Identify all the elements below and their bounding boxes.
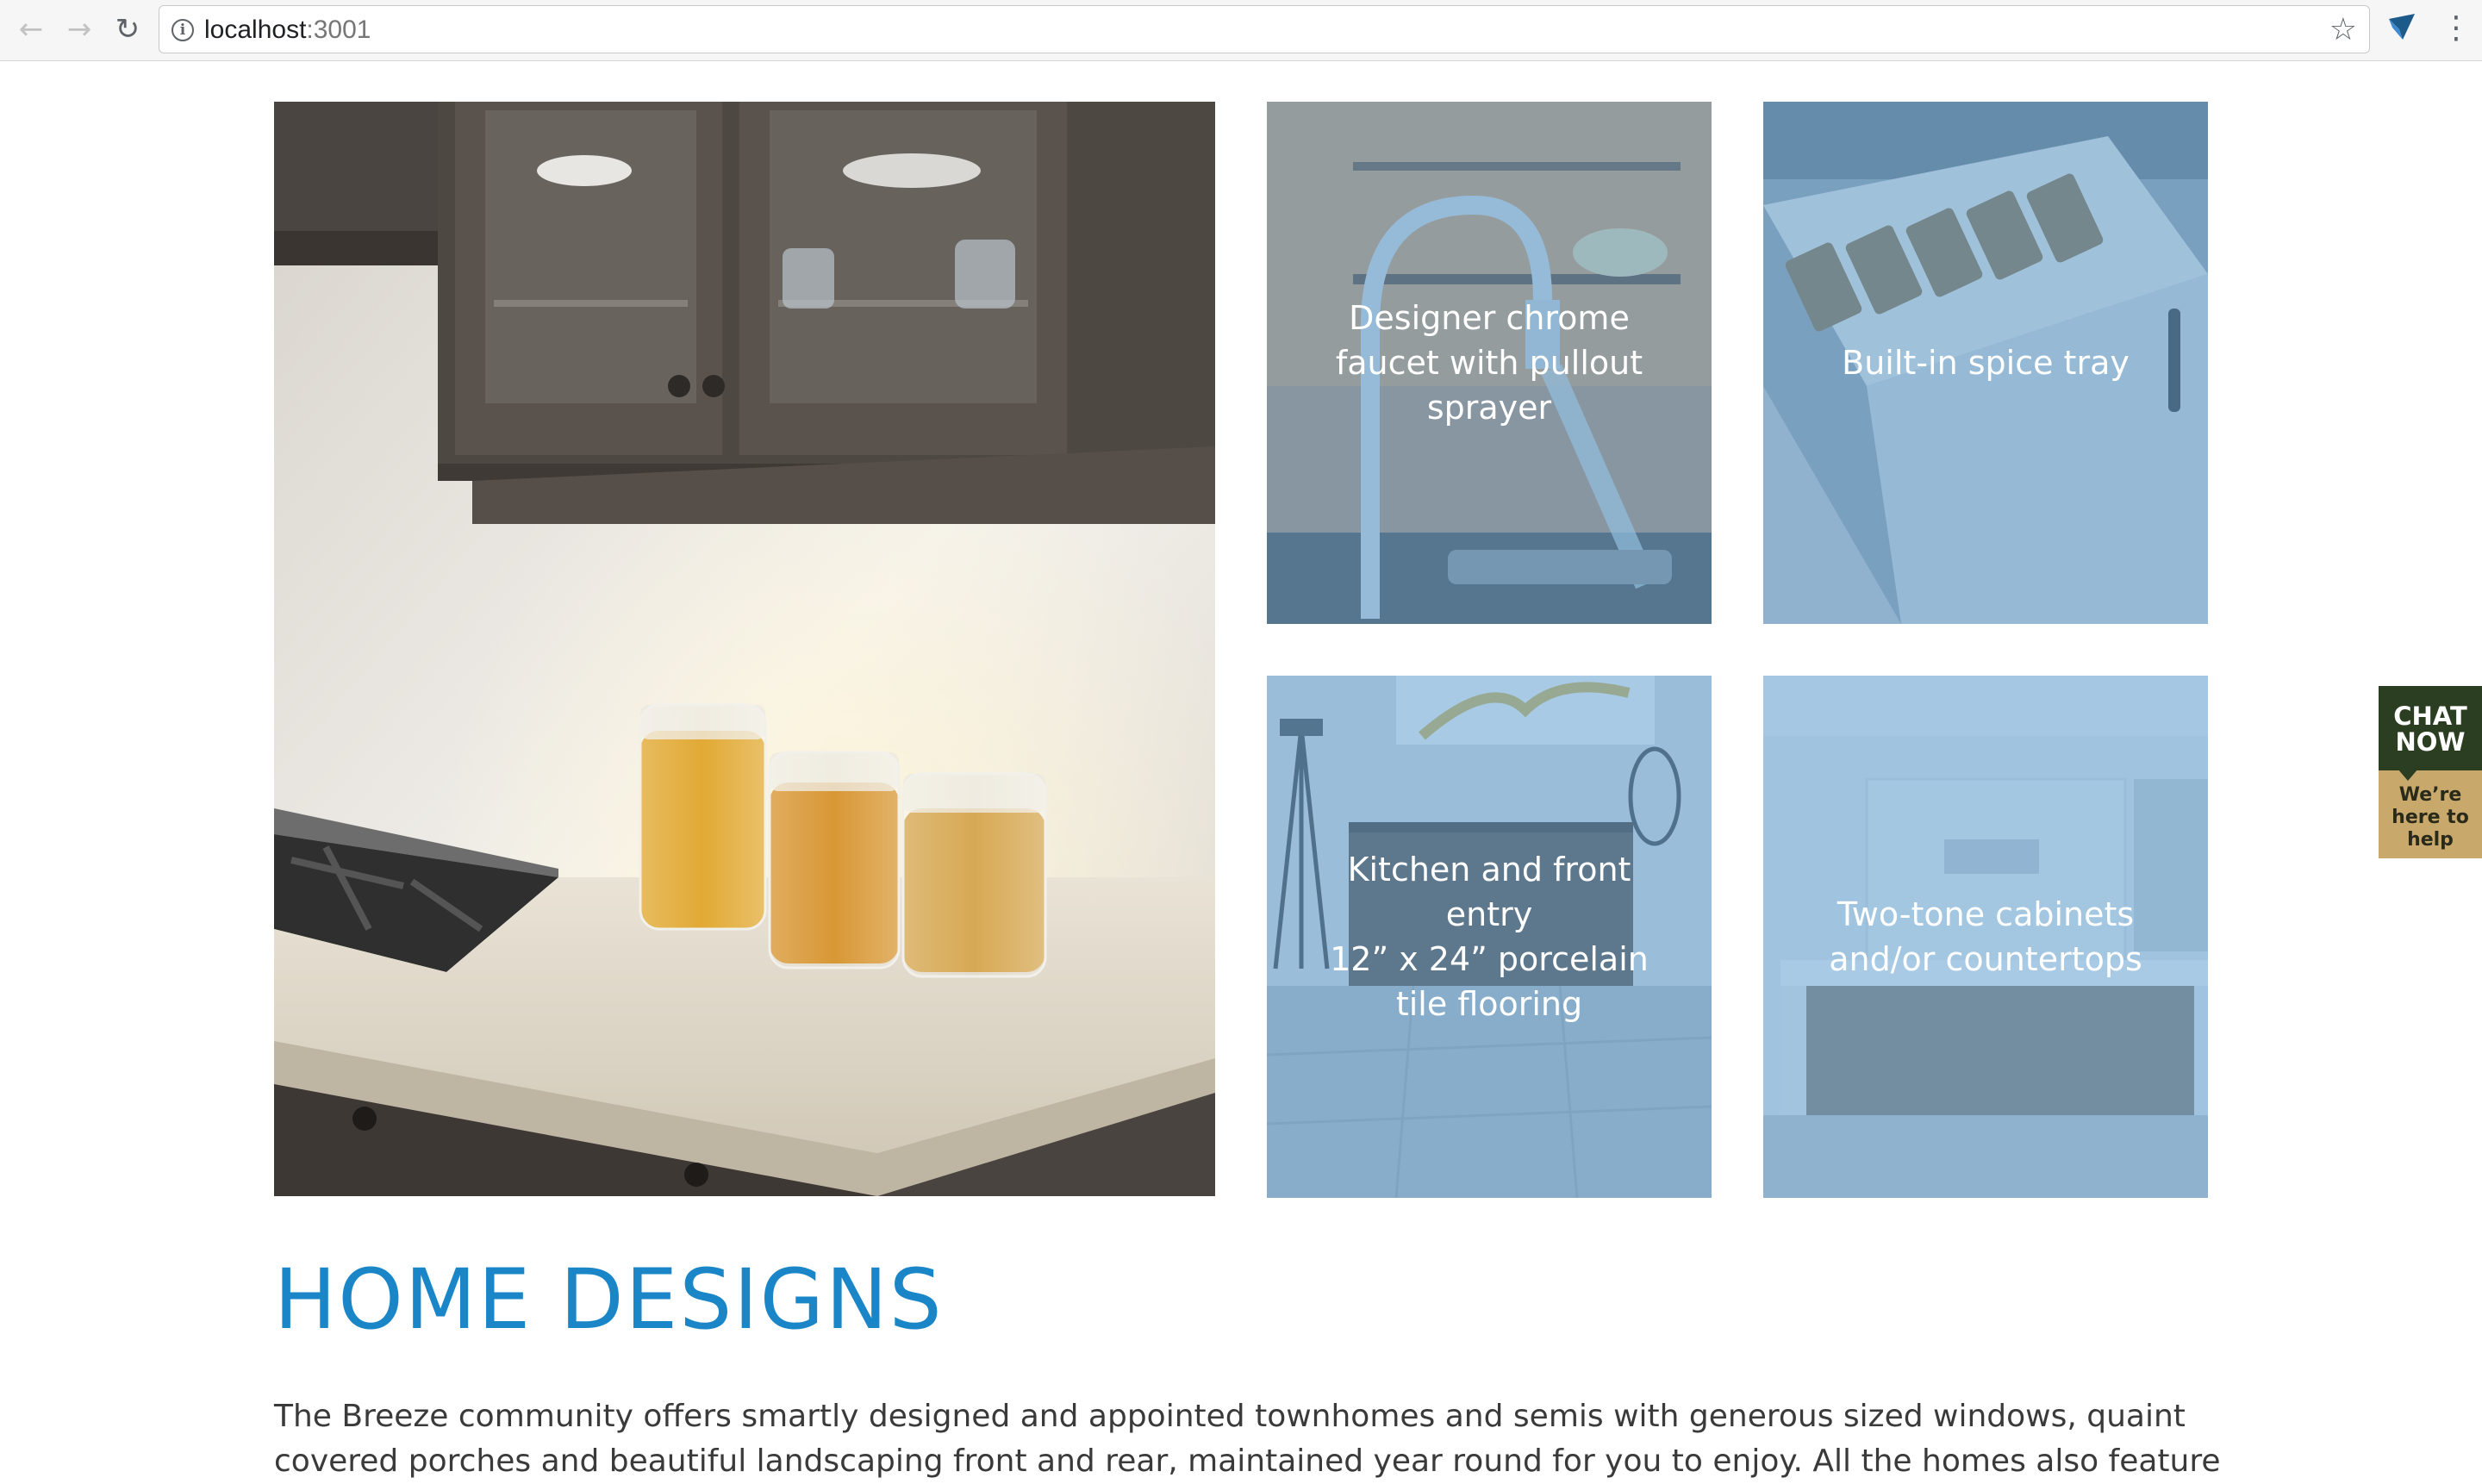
feature-tile-flooring[interactable]: Kitchen and front entry 12” x 24” porcel… bbox=[1267, 676, 1712, 1198]
back-arrow-icon[interactable]: ← bbox=[14, 12, 48, 47]
info-icon[interactable]: i bbox=[171, 19, 194, 41]
chat-now-label: CHAT NOW bbox=[2379, 686, 2482, 770]
url-port: :3001 bbox=[306, 16, 371, 44]
feature-caption: Designer chrome faucet with pullout spra… bbox=[1335, 299, 1643, 427]
chat-title-line: NOW bbox=[2395, 727, 2466, 757]
reload-icon[interactable]: ↻ bbox=[110, 12, 145, 47]
chat-sub-line: help bbox=[2407, 829, 2454, 851]
feature-tile-cabinets[interactable]: Two-tone cabinets and/or countertops bbox=[1763, 676, 2208, 1198]
feature-tile-spice-tray[interactable]: Built-in spice tray bbox=[1763, 102, 2208, 624]
feature-tile-faucet[interactable]: Designer chrome faucet with pullout spra… bbox=[1267, 102, 1712, 624]
chat-help-label: We’re here to help bbox=[2379, 770, 2482, 858]
chat-sub-line: We’re bbox=[2398, 784, 2462, 806]
feature-caption: Kitchen and front entry 12” x 24” porcel… bbox=[1330, 851, 1649, 1023]
kitchen-hero-image bbox=[274, 102, 1215, 1196]
extension-icon[interactable] bbox=[2387, 12, 2417, 41]
url-text[interactable]: localhost:3001 bbox=[204, 6, 371, 54]
feature-caption: Two-tone cabinets and/or countertops bbox=[1829, 895, 2142, 978]
chat-now-button[interactable]: CHAT NOW We’re here to help bbox=[2379, 686, 2482, 858]
chat-sub-line: here to bbox=[2392, 807, 2469, 828]
feature-caption: Built-in spice tray bbox=[1842, 344, 2130, 382]
chat-title-line: CHAT bbox=[2393, 701, 2467, 731]
section-title: HOME DESIGNS bbox=[274, 1251, 944, 1348]
section-body-text: The Breeze community offers smartly desi… bbox=[274, 1399, 2221, 1479]
bookmark-star-icon[interactable]: ☆ bbox=[2329, 14, 2357, 47]
browser-menu-icon[interactable]: ⋮ bbox=[2441, 9, 2472, 50]
speech-bubble-tail-icon bbox=[2398, 769, 2418, 781]
address-bar[interactable]: i localhost:3001 ☆ bbox=[159, 5, 2370, 53]
forward-arrow-icon[interactable]: → bbox=[62, 12, 97, 47]
browser-toolbar: ← → ↻ i localhost:3001 ☆ ⋮ bbox=[0, 0, 2482, 61]
url-host: localhost bbox=[204, 16, 307, 44]
